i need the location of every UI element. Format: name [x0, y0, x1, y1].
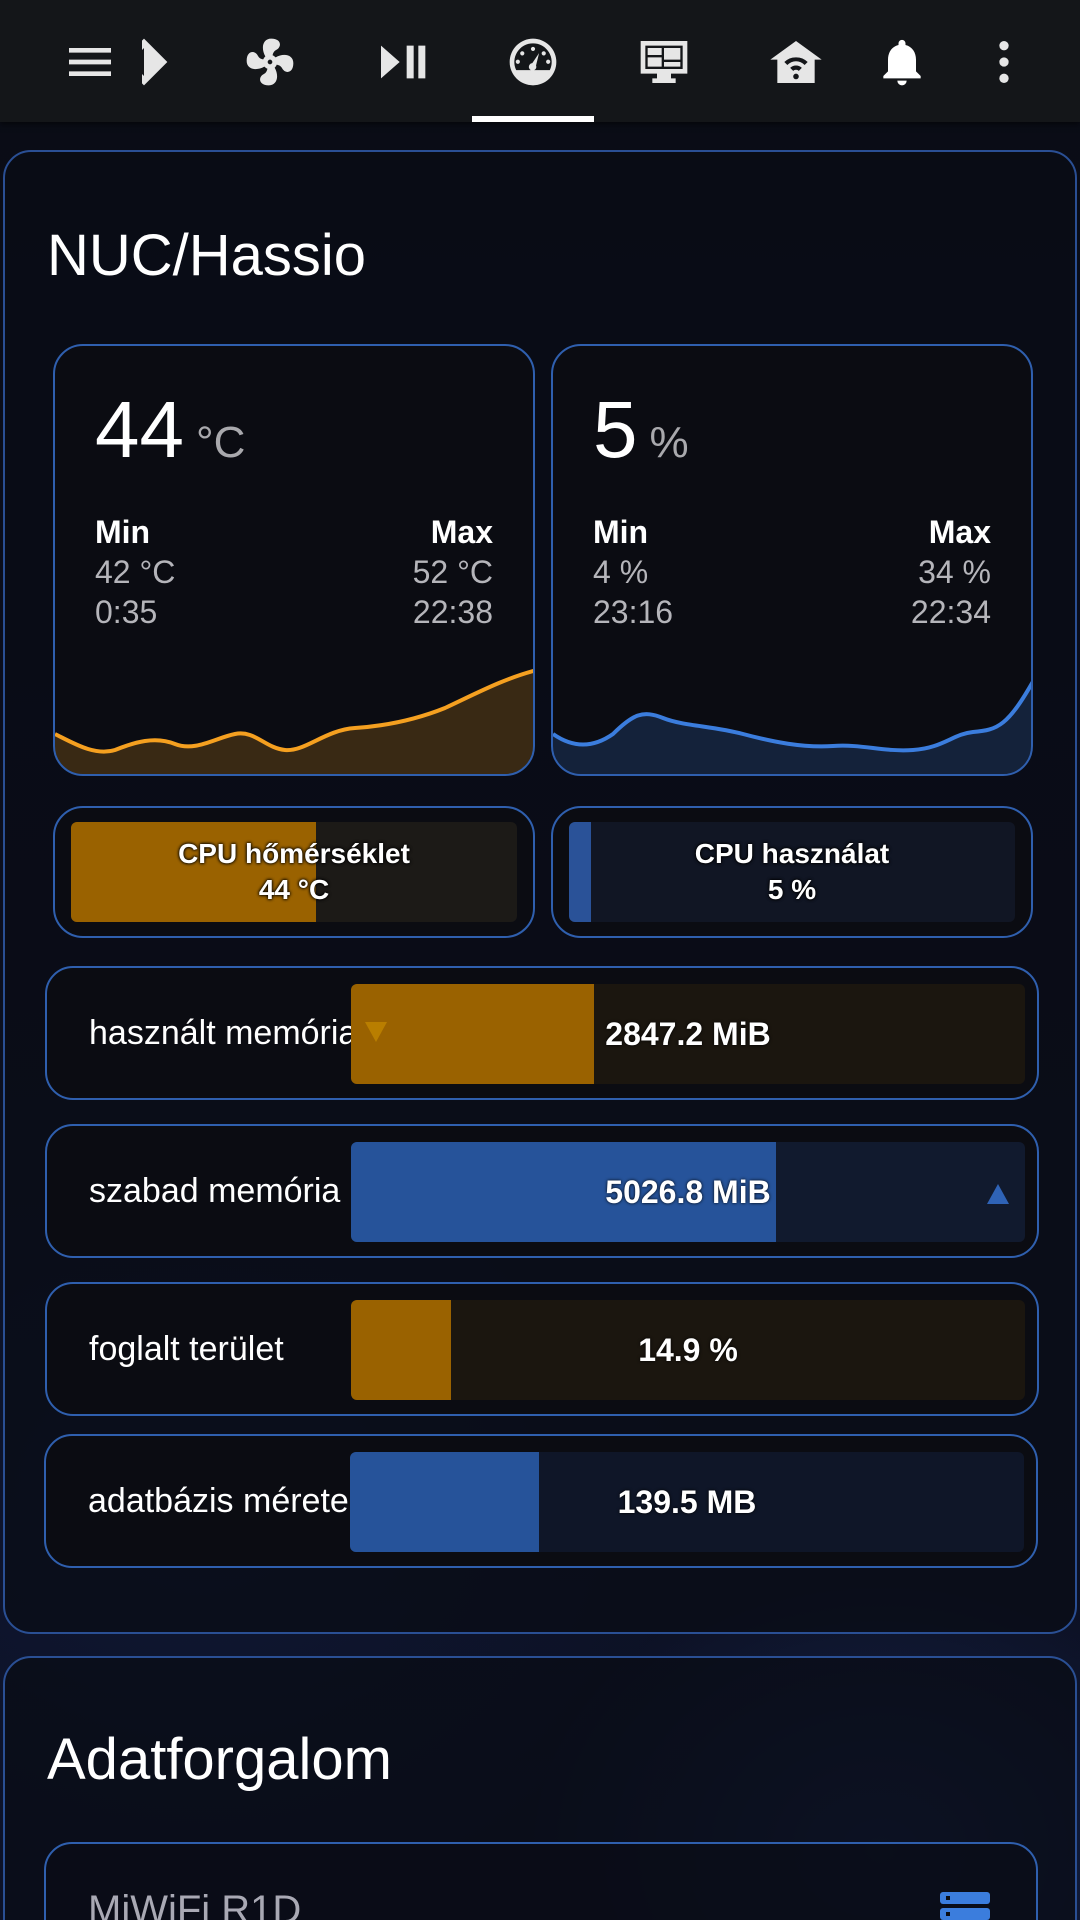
bar-label: szabad memória: [89, 1172, 341, 1210]
gauge-text: CPU használat 5 %: [569, 822, 1015, 922]
cpu-temperature-sensor-card[interactable]: 44 °C Min 42 °C 0:35 Max 52 °C 22:38: [53, 344, 535, 776]
sensor-value: 44 °C: [95, 384, 245, 476]
sensor-value-number: 5: [593, 385, 638, 474]
gauge-text: CPU hőmérséklet 44 °C: [71, 822, 517, 922]
play-pause-icon[interactable]: [366, 26, 438, 98]
cpu-usage-sensor-card[interactable]: 5 % Min 4 % 23:16 Max 34 % 22:34: [551, 344, 1033, 776]
card-title: NUC/Hassio: [47, 223, 367, 288]
router-card[interactable]: MiWiFi R1D: [44, 1842, 1038, 1920]
bar-label: foglalt terület: [89, 1330, 284, 1368]
bar-track: 139.5 MB: [350, 1452, 1024, 1552]
max-label: Max: [430, 514, 493, 550]
bar-track: 5026.8 MiB: [351, 1142, 1025, 1242]
bar-track: 2847.2 MiB: [351, 984, 1025, 1084]
sensor-value-number: 44: [95, 385, 184, 474]
bell-icon[interactable]: [866, 26, 938, 98]
nuc-hassio-card: NUC/Hassio 44 °C Min 42 °C 0:35 Max 52 °…: [3, 150, 1077, 1634]
home-wifi-icon[interactable]: [760, 26, 832, 98]
sensor-unit: %: [649, 418, 689, 467]
cpu-usage-gauge[interactable]: CPU használat 5 %: [551, 806, 1033, 938]
gauge-value: 44 °C: [258, 874, 330, 905]
bar-value: 139.5 MB: [617, 1483, 757, 1520]
card-title: Adatforgalom: [47, 1727, 392, 1792]
disk-usage-row[interactable]: foglalt terület 14.9 %: [45, 1282, 1039, 1416]
bar-value: 14.9 %: [638, 1331, 738, 1368]
gauge-label: CPU hőmérséklet: [178, 838, 410, 869]
max-column: Max 34 % 22:34: [911, 512, 991, 632]
bar-value: 2847.2 MiB: [605, 1015, 771, 1052]
sensor-value: 5 %: [593, 384, 689, 476]
min-column: Min 42 °C 0:35: [95, 512, 175, 632]
max-column: Max 52 °C 22:38: [413, 512, 493, 632]
gauge-label: CPU használat: [694, 838, 890, 869]
temperature-sparkline: [55, 669, 533, 774]
max-label: Max: [928, 514, 991, 550]
fan-icon[interactable]: [234, 26, 306, 98]
bar-value: 5026.8 MiB: [605, 1173, 771, 1210]
server-icon: [940, 1892, 990, 1920]
min-value: 4 %: [593, 554, 649, 590]
free-memory-row[interactable]: szabad memória 5026.8 MiB: [45, 1124, 1039, 1258]
min-label: Min: [95, 514, 151, 550]
min-label: Min: [593, 514, 649, 550]
partial-tab-icon[interactable]: [142, 26, 172, 98]
cpu-usage-sparkline: [553, 680, 1031, 774]
gauge-value: 5 %: [767, 874, 817, 905]
cpu-temperature-gauge[interactable]: CPU hőmérséklet 44 °C: [53, 806, 535, 938]
min-time: 23:16: [593, 594, 674, 630]
gauge-track: CPU hőmérséklet 44 °C: [71, 822, 517, 922]
max-time: 22:38: [412, 594, 493, 630]
min-column: Min 4 % 23:16: [593, 512, 673, 632]
bar-label: adatbázis mérete: [88, 1482, 349, 1520]
bar-label: használt memória: [89, 1014, 358, 1052]
bar-track: 14.9 %: [351, 1300, 1025, 1400]
menu-icon[interactable]: [54, 26, 126, 98]
max-value: 34 %: [918, 554, 991, 590]
min-time: 0:35: [95, 594, 158, 630]
monitor-dashboard-icon[interactable]: [628, 26, 700, 98]
gauge-track: CPU használat 5 %: [569, 822, 1015, 922]
min-value: 42 °C: [95, 554, 176, 590]
used-memory-row[interactable]: használt memória 2847.2 MiB: [45, 966, 1039, 1100]
router-title: MiWiFi R1D: [88, 1888, 302, 1920]
more-vertical-icon[interactable]: [968, 26, 1040, 98]
speedometer-icon[interactable]: [497, 26, 569, 98]
active-tab-indicator: [472, 116, 594, 122]
max-value: 52 °C: [412, 554, 493, 590]
top-toolbar: [0, 0, 1080, 122]
max-time: 22:34: [910, 594, 991, 630]
database-size-row-visible[interactable]: adatbázis mérete 139.5 MB: [44, 1434, 1038, 1568]
sensor-unit: °C: [195, 418, 246, 467]
